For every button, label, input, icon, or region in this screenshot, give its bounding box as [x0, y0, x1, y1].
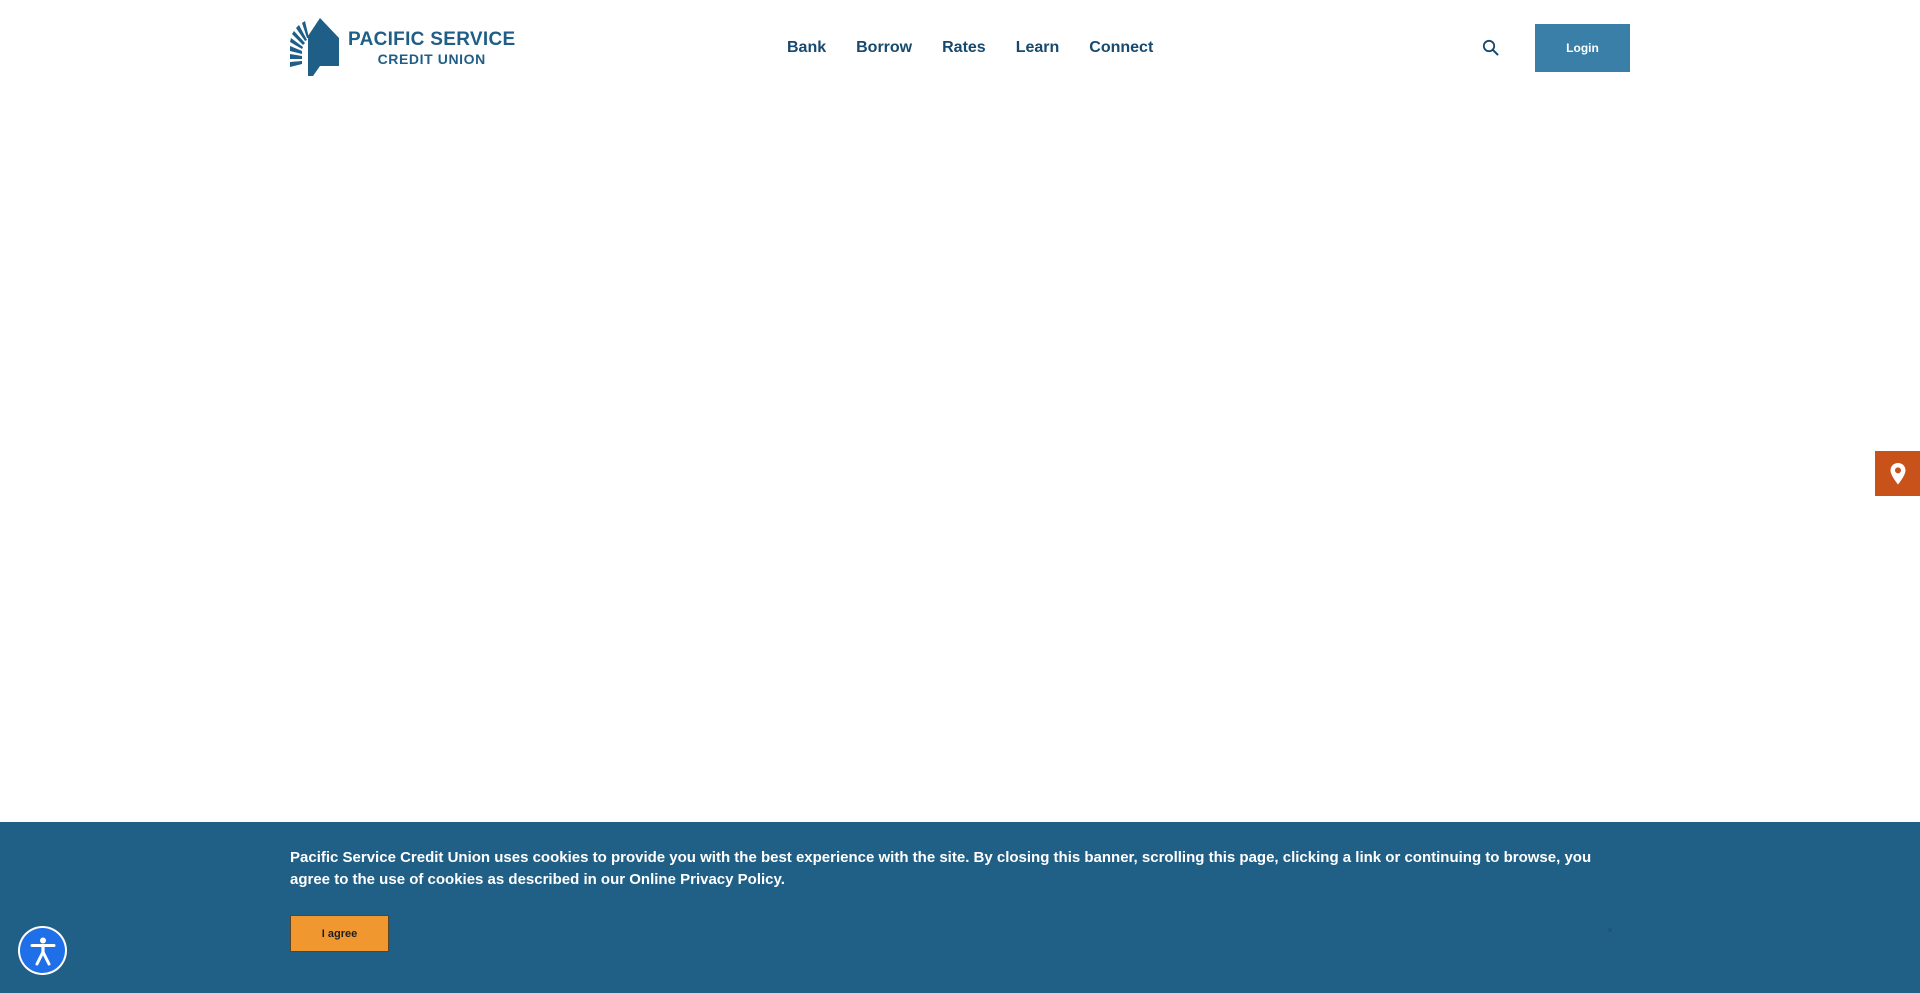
main-nav: Bank Borrow Rates Learn Connect [787, 38, 1153, 58]
location-tab-button[interactable] [1875, 451, 1920, 496]
nav-item-bank[interactable]: Bank [787, 38, 826, 58]
login-button[interactable]: Login [1535, 24, 1630, 72]
logo-line-1: PACIFIC SERVICE [348, 29, 516, 50]
cookie-close-icon[interactable]: × [1605, 926, 1615, 936]
site-logo[interactable]: PACIFIC SERVICE CREDIT UNION [290, 18, 515, 78]
logo-wordmark: PACIFIC SERVICE CREDIT UNION [348, 30, 515, 66]
site-header: PACIFIC SERVICE CREDIT UNION Bank Borrow… [0, 0, 1920, 96]
logo-line-2: CREDIT UNION [377, 51, 486, 67]
nav-item-learn[interactable]: Learn [1016, 38, 1060, 58]
nav-item-borrow[interactable]: Borrow [856, 38, 912, 58]
map-pin-icon [1890, 462, 1905, 484]
search-button[interactable] [1482, 39, 1500, 57]
accessibility-button[interactable] [20, 928, 65, 973]
nav-item-rates[interactable]: Rates [942, 38, 986, 58]
cookie-message: Pacific Service Credit Union uses cookie… [290, 849, 1592, 888]
page: PACIFIC SERVICE CREDIT UNION Bank Borrow… [0, 0, 1920, 993]
search-icon [1482, 39, 1499, 56]
cookie-banner: Pacific Service Credit Union uses cookie… [0, 822, 1920, 993]
sunburst-house-logo-icon [290, 18, 339, 76]
accessibility-person-icon [30, 937, 55, 965]
nav-item-connect[interactable]: Connect [1089, 38, 1153, 58]
agree-button[interactable]: I agree [290, 915, 389, 952]
